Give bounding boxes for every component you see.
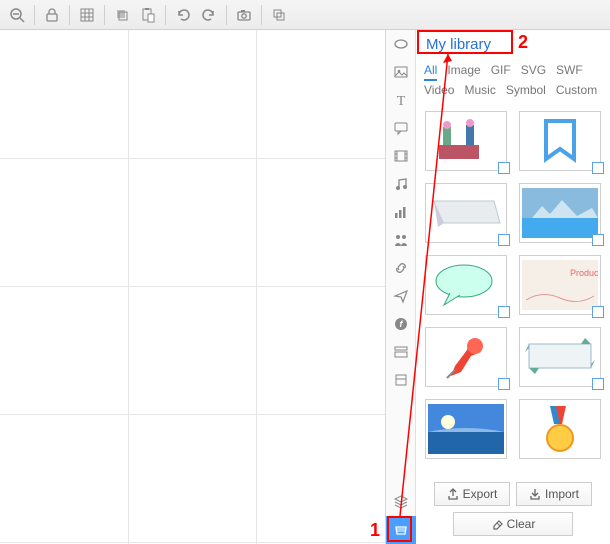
thumb-pushpin[interactable] (425, 327, 507, 387)
tab-gif[interactable]: GIF (491, 61, 511, 81)
export-icon (447, 488, 459, 500)
svg-text:Product: Product (570, 268, 598, 278)
zoom-out-button[interactable] (4, 2, 30, 28)
import-icon (529, 488, 541, 500)
export-label: Export (463, 487, 498, 501)
redo-button[interactable] (196, 2, 222, 28)
separator (261, 5, 262, 25)
thumb-ribbon[interactable] (519, 327, 601, 387)
thumb-office[interactable] (425, 111, 507, 171)
paste-button[interactable] (135, 2, 161, 28)
misc-tool[interactable] (386, 366, 416, 394)
tab-symbol[interactable]: Symbol (506, 81, 546, 99)
thumb-bubble[interactable] (425, 255, 507, 315)
tab-svg[interactable]: SVG (521, 61, 546, 81)
svg-text:T: T (397, 94, 406, 108)
chart-tool[interactable] (386, 198, 416, 226)
separator (69, 5, 70, 25)
separator (34, 5, 35, 25)
separator (165, 5, 166, 25)
clear-icon (491, 518, 503, 530)
panel-buttons: Export Import Clear (416, 478, 610, 544)
library-panel: My library All Image GIF SVG SWF Video M… (416, 30, 610, 544)
filter-tabs: All Image GIF SVG SWF Video Music Symbol… (416, 57, 610, 99)
video-tool[interactable] (386, 142, 416, 170)
grid-button[interactable] (74, 2, 100, 28)
thumb-banner[interactable] (425, 183, 507, 243)
main-area: T f My library All Image GIF SVG SWF Vid… (0, 30, 610, 544)
import-label: Import (545, 487, 579, 501)
tab-all[interactable]: All (424, 61, 437, 81)
lock-button[interactable] (39, 2, 65, 28)
music-tool[interactable] (386, 170, 416, 198)
thumb-product[interactable]: Product (519, 255, 601, 315)
crop-button[interactable] (266, 2, 292, 28)
export-button[interactable]: Export (434, 482, 510, 506)
form-tool[interactable] (386, 338, 416, 366)
top-toolbar (0, 0, 610, 30)
people-tool[interactable] (386, 226, 416, 254)
tab-music[interactable]: Music (464, 81, 495, 99)
undo-button[interactable] (170, 2, 196, 28)
plane-tool[interactable] (386, 282, 416, 310)
layers-tool[interactable] (386, 488, 416, 516)
link-tool[interactable] (386, 254, 416, 282)
separator (226, 5, 227, 25)
canvas[interactable] (0, 30, 386, 544)
separator (104, 5, 105, 25)
thumb-medal[interactable] (519, 399, 601, 459)
thumbnail-grid: Product (416, 99, 610, 478)
import-button[interactable]: Import (516, 482, 592, 506)
clear-label: Clear (507, 517, 536, 531)
camera-button[interactable] (231, 2, 257, 28)
thumb-sunset[interactable] (425, 399, 507, 459)
shape-tool[interactable] (386, 30, 416, 58)
flash-tool[interactable]: f (386, 310, 416, 338)
tab-image[interactable]: Image (447, 61, 480, 81)
copy-button[interactable] (109, 2, 135, 28)
tab-video[interactable]: Video (424, 81, 454, 99)
library-tool[interactable] (386, 516, 416, 544)
side-toolbar: T f (386, 30, 416, 544)
panel-title: My library (416, 30, 610, 57)
thumb-landscape[interactable] (519, 183, 601, 243)
tab-swf[interactable]: SWF (556, 61, 583, 81)
thumb-bookmark[interactable] (519, 111, 601, 171)
clear-button[interactable]: Clear (453, 512, 573, 536)
tab-custom[interactable]: Custom (556, 81, 597, 99)
image-tool[interactable] (386, 58, 416, 86)
callout-tool[interactable] (386, 114, 416, 142)
text-tool[interactable]: T (386, 86, 416, 114)
